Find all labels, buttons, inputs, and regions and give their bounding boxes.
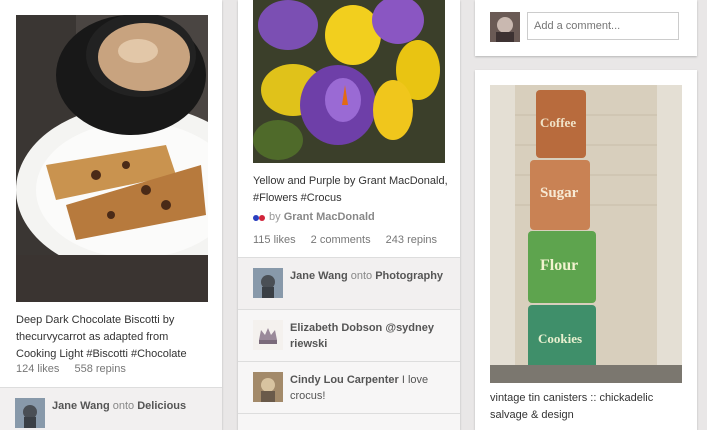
comment-row: [238, 413, 460, 430]
user-avatar-icon: [253, 372, 283, 402]
pin-card-canisters[interactable]: Coffee Sugar Flour Cookies vintage tin c…: [475, 70, 697, 430]
comment-box: [475, 0, 697, 56]
pin-caption: vintage tin canisters :: chickadelic sal…: [490, 392, 654, 421]
pin-image-crocus[interactable]: [253, 0, 445, 163]
comment-row: Cindy Lou Carpenter I love crocus!: [238, 361, 460, 413]
comment-input[interactable]: [527, 12, 679, 40]
biscotti-photo: [16, 15, 208, 302]
pin-stats: 124 likes 558 repins: [16, 363, 138, 375]
comment-row: Elizabeth Dobson @sydney riewski: [238, 309, 460, 361]
attribution-user[interactable]: Grant MacDonald: [284, 211, 375, 223]
comment-user[interactable]: Elizabeth Dobson @sydney riewski: [290, 322, 434, 350]
activity-board[interactable]: Delicious: [137, 400, 186, 412]
activity-row: Jane Wang onto Photography: [238, 257, 460, 309]
user-avatar-icon: [490, 12, 520, 42]
pin-caption: Yellow and Purple by Grant MacDonald, #F…: [253, 175, 448, 204]
flag-icon: [253, 213, 265, 222]
canister-label: Cookies: [538, 331, 583, 346]
comments-count[interactable]: 2 comments: [311, 234, 371, 246]
pin-image-canisters[interactable]: Coffee Sugar Flour Cookies: [490, 85, 682, 383]
pin-caption: Deep Dark Chocolate Biscotti by thecurvy…: [16, 314, 187, 360]
avatar[interactable]: [490, 12, 520, 42]
pin-image-biscotti[interactable]: [16, 15, 208, 302]
avatar[interactable]: [253, 372, 283, 402]
onto-label: onto: [350, 270, 373, 282]
onto-label: onto: [112, 400, 135, 412]
user-avatar-icon: [253, 268, 283, 298]
avatar[interactable]: [253, 268, 283, 298]
activity-user[interactable]: Jane Wang: [52, 400, 110, 412]
canisters-photo: [490, 85, 682, 383]
pin-card-biscotti[interactable]: Deep Dark Chocolate Biscotti by thecurvy…: [0, 0, 222, 430]
pin-card-crocus[interactable]: Yellow and Purple by Grant MacDonald, #F…: [238, 0, 460, 430]
comment-text: Cindy Lou Carpenter I love crocus!: [290, 372, 450, 404]
activity-text: Jane Wang onto Delicious: [52, 398, 186, 414]
repins-count[interactable]: 243 repins: [386, 234, 437, 246]
comment-text: Elizabeth Dobson @sydney riewski: [290, 320, 450, 352]
canister-label: Sugar: [540, 185, 579, 201]
avatar[interactable]: [253, 320, 283, 350]
likes-count[interactable]: 124 likes: [16, 363, 59, 375]
pin-attribution: by Grant MacDonald: [253, 211, 375, 223]
canister-label: Coffee: [540, 115, 577, 130]
activity-user[interactable]: Jane Wang: [290, 270, 348, 282]
activity-text: Jane Wang onto Photography: [290, 268, 443, 284]
crown-avatar-icon: [253, 320, 283, 350]
repins-count[interactable]: 558 repins: [74, 363, 125, 375]
activity-board[interactable]: Photography: [375, 270, 443, 282]
by-label: by: [269, 211, 281, 223]
canister-label: Flour: [540, 257, 579, 274]
pin-stats: 115 likes 2 comments 243 repins: [253, 234, 449, 246]
likes-count[interactable]: 115 likes: [253, 234, 296, 246]
crocus-photo: [253, 0, 445, 163]
comment-user[interactable]: Cindy Lou Carpenter: [290, 374, 399, 386]
